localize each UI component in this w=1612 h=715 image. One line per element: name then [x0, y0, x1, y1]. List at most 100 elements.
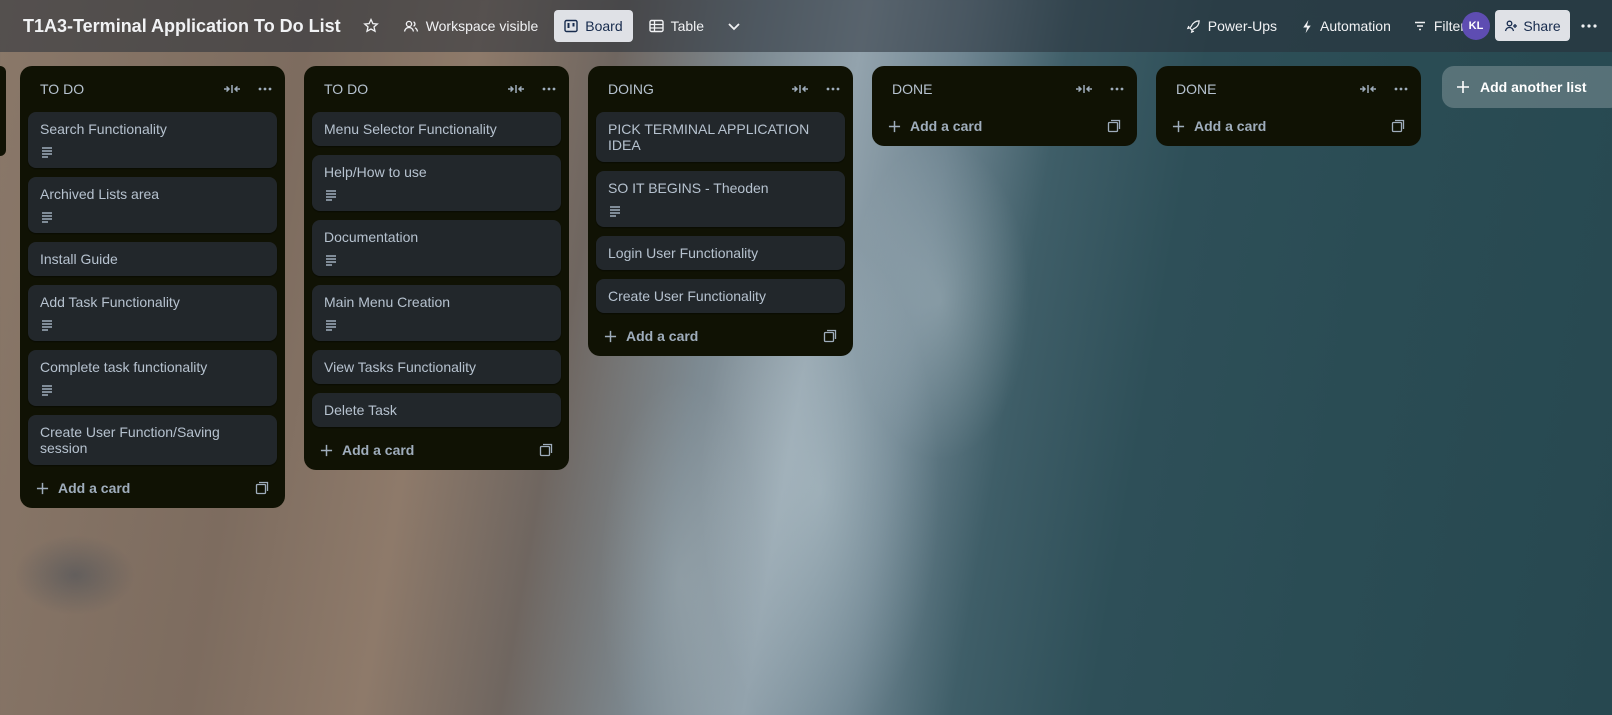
list-title[interactable]: DONE: [892, 81, 932, 97]
view-tab-table-label: Table: [670, 18, 705, 34]
card[interactable]: Add Task Functionality: [28, 285, 277, 341]
card[interactable]: Create User Function/Saving session: [28, 415, 277, 465]
view-tab-board-label: Board: [585, 18, 623, 34]
collapse-list-icon[interactable]: [223, 83, 241, 95]
card[interactable]: Search Functionality: [28, 112, 277, 168]
card-title: Delete Task: [324, 402, 397, 418]
description-icon: [40, 384, 54, 396]
card[interactable]: SO IT BEGINS - Theoden: [596, 171, 845, 227]
list-title[interactable]: TO DO: [324, 81, 368, 97]
collapse-list-icon[interactable]: [1075, 83, 1093, 95]
visibility-button[interactable]: Workspace visible: [393, 10, 549, 42]
visibility-label: Workspace visible: [425, 18, 539, 34]
add-card-label: Add a card: [342, 442, 415, 458]
list-done-2: DONE Add a card: [1156, 66, 1421, 146]
add-card-row: Add a card: [20, 474, 285, 500]
list-title[interactable]: DOING: [608, 81, 654, 97]
share-label: Share: [1523, 17, 1561, 34]
list-title[interactable]: TO DO: [40, 81, 84, 97]
card-title: PICK TERMINAL APPLICATION IDEA: [608, 121, 810, 153]
board-icon: [564, 19, 578, 33]
card-title: Create User Functionality: [608, 288, 766, 304]
plus-icon: [604, 330, 617, 343]
card-title: Install Guide: [40, 251, 118, 267]
description-icon: [40, 211, 54, 223]
rocket-icon: [1186, 19, 1201, 34]
add-card-button[interactable]: Add a card: [1172, 118, 1266, 134]
add-card-row: Add a card: [588, 322, 853, 348]
card[interactable]: Install Guide: [28, 242, 277, 276]
list-menu-icon[interactable]: [825, 83, 841, 95]
add-card-label: Add a card: [58, 480, 131, 496]
lightning-icon: [1301, 19, 1313, 34]
card-title: Archived Lists area: [40, 186, 160, 202]
create-from-template-icon[interactable]: [539, 443, 553, 457]
card-title: Create User Function/Saving session: [40, 424, 220, 456]
add-card-button[interactable]: Add a card: [36, 480, 130, 496]
list-title[interactable]: DONE: [1176, 81, 1216, 97]
list-done-1: DONE Add a card: [872, 66, 1137, 146]
power-ups-button[interactable]: Power-Ups: [1176, 10, 1287, 42]
create-from-template-icon[interactable]: [1107, 119, 1121, 133]
card[interactable]: Complete task functionality: [28, 350, 277, 406]
share-button[interactable]: Share: [1495, 10, 1570, 41]
add-another-list-button[interactable]: Add another list: [1442, 66, 1612, 108]
view-tab-table[interactable]: Table: [639, 10, 714, 42]
add-card-row: Add a card: [304, 436, 569, 462]
card-title: Menu Selector Functionality: [324, 121, 497, 137]
filter-icon: [1413, 19, 1427, 33]
card-title: View Tasks Functionality: [324, 359, 476, 375]
more-icon[interactable]: [1580, 18, 1598, 34]
create-from-template-icon[interactable]: [823, 329, 837, 343]
list-header: DONE: [872, 66, 1137, 112]
star-icon[interactable]: [362, 18, 379, 34]
card[interactable]: Documentation: [312, 220, 561, 276]
card[interactable]: Archived Lists area: [28, 177, 277, 233]
list-header: TO DO: [20, 66, 285, 112]
plus-icon: [1172, 120, 1185, 133]
card[interactable]: Help/How to use: [312, 155, 561, 211]
collapse-list-icon[interactable]: [791, 83, 809, 95]
create-from-template-icon[interactable]: [255, 481, 269, 495]
collapse-list-icon[interactable]: [1359, 83, 1377, 95]
card-title: Documentation: [324, 229, 419, 245]
card[interactable]: Delete Task: [312, 393, 561, 427]
add-card-label: Add a card: [626, 328, 699, 344]
automation-button[interactable]: Automation: [1291, 10, 1401, 42]
partial-list-edge: [0, 66, 6, 156]
view-tab-board[interactable]: Board: [554, 10, 633, 42]
list-header: DOING: [588, 66, 853, 112]
card-title: Main Menu Creation: [324, 294, 451, 310]
collapse-list-icon[interactable]: [507, 83, 525, 95]
card[interactable]: Login User Functionality: [596, 236, 845, 270]
create-from-template-icon[interactable]: [1391, 119, 1405, 133]
list-menu-icon[interactable]: [1393, 83, 1409, 95]
card[interactable]: Create User Functionality: [596, 279, 845, 313]
card[interactable]: Main Menu Creation: [312, 285, 561, 341]
add-card-button[interactable]: Add a card: [604, 328, 698, 344]
plus-icon: [888, 120, 901, 133]
avatar[interactable]: KL: [1462, 12, 1490, 40]
list-menu-icon[interactable]: [541, 83, 557, 95]
add-person-icon: [1504, 19, 1518, 33]
card[interactable]: View Tasks Functionality: [312, 350, 561, 384]
board-title[interactable]: T1A3-Terminal Application To Do List: [23, 16, 341, 37]
add-card-button[interactable]: Add a card: [888, 118, 982, 134]
chevron-down-icon[interactable]: [726, 18, 742, 34]
list-menu-icon[interactable]: [257, 83, 273, 95]
card[interactable]: Menu Selector Functionality: [312, 112, 561, 146]
add-card-button[interactable]: Add a card: [320, 442, 414, 458]
card-title: SO IT BEGINS - Theoden: [608, 180, 769, 196]
list-doing: DOING PICK TERMINAL APPLICATION IDEA SO IT…: [588, 66, 853, 356]
description-icon: [40, 146, 54, 158]
people-icon: [403, 18, 419, 34]
automation-label: Automation: [1320, 18, 1391, 34]
description-icon: [324, 254, 338, 266]
description-icon: [608, 205, 622, 217]
card[interactable]: PICK TERMINAL APPLICATION IDEA: [596, 112, 845, 162]
card-title: Login User Functionality: [608, 245, 759, 261]
plus-icon: [1456, 80, 1470, 94]
list-header: DONE: [1156, 66, 1421, 112]
list-menu-icon[interactable]: [1109, 83, 1125, 95]
description-icon: [324, 319, 338, 331]
